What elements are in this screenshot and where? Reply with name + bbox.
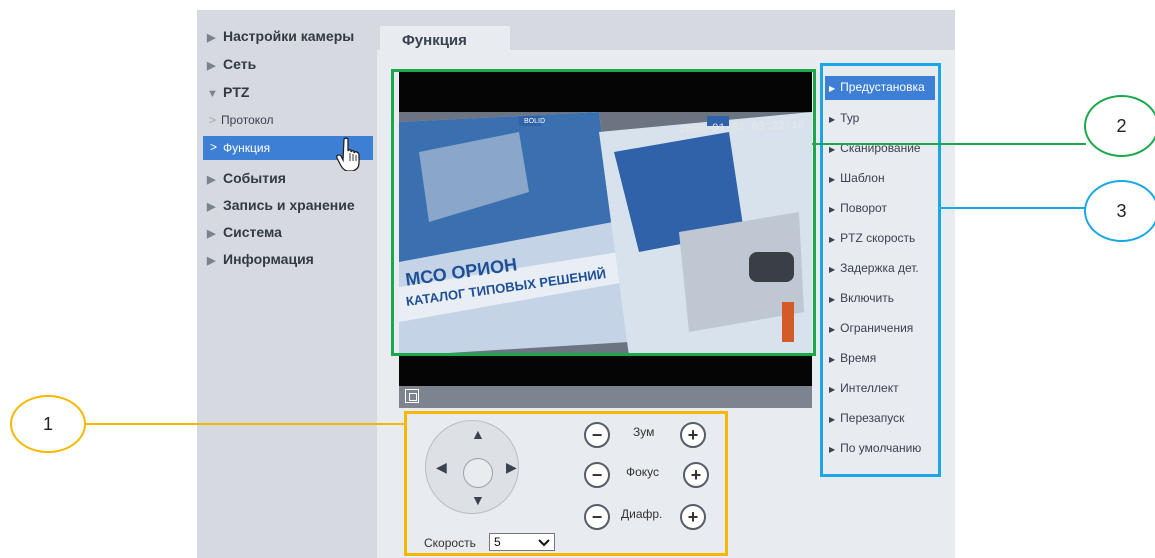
sub-item-protocol[interactable]: > Протокол	[209, 113, 274, 127]
annotation-box-controls	[404, 411, 728, 556]
callout-2: 2	[1084, 95, 1155, 157]
callout-3: 3	[1084, 180, 1155, 242]
expand-arrow-icon: ▶	[207, 201, 216, 213]
nav-item-events[interactable]: ▶ События	[207, 170, 286, 186]
nav-item-label: Настройки камеры	[223, 28, 355, 44]
hand-cursor-icon	[336, 137, 360, 171]
callout-number: 2	[1116, 115, 1127, 136]
leader-line-2	[812, 143, 1086, 145]
nav-item-label: Запись и хранение	[223, 197, 355, 213]
tab-function[interactable]: Функция	[380, 26, 510, 58]
nav-item-information[interactable]: ▶ Информация	[207, 251, 314, 267]
nav-item-recording-storage[interactable]: ▶ Запись и хранение	[207, 197, 355, 213]
tab-label: Функция	[402, 32, 467, 49]
video-toolbar	[399, 386, 812, 408]
chevron-right-icon: >	[209, 113, 217, 127]
expand-arrow-icon: ▶	[207, 228, 216, 240]
callout-1: 1	[10, 395, 86, 453]
nav-item-label: Информация	[223, 251, 314, 267]
expand-arrow-icon: ▶	[207, 174, 216, 186]
expand-arrow-icon: ▶	[207, 32, 216, 44]
nav-item-label: Сеть	[223, 56, 257, 72]
sidebar: ▶ Настройки камеры ▶ Сеть ▼ PTZ > Протокол >…	[197, 10, 377, 558]
fullscreen-icon[interactable]	[405, 389, 419, 403]
nav-item-network[interactable]: ▶ Сеть	[207, 56, 256, 72]
nav-item-ptz[interactable]: ▼ PTZ	[207, 84, 249, 100]
nav-item-camera-settings[interactable]: ▶ Настройки камеры	[207, 28, 354, 44]
leader-line-3	[941, 207, 1086, 209]
nav-item-label: PTZ	[223, 84, 250, 100]
nav-item-system[interactable]: ▶ Система	[207, 224, 282, 240]
annotation-box-ptz-menu	[820, 63, 941, 477]
expand-arrow-icon: ▶	[207, 255, 216, 267]
nav-item-label: События	[223, 170, 286, 186]
nav-item-label: Система	[223, 224, 282, 240]
expand-arrow-icon: ▶	[207, 60, 216, 72]
callout-number: 3	[1116, 200, 1127, 221]
leader-line-1	[84, 423, 404, 425]
sub-item-label: Функция	[223, 141, 271, 155]
callout-number: 1	[42, 413, 53, 434]
chevron-right-icon: >	[210, 140, 218, 154]
sub-item-label: Протокол	[221, 113, 274, 127]
annotation-box-video	[391, 69, 816, 356]
fullscreen-icon-inner	[409, 393, 417, 401]
collapse-arrow-icon: ▼	[207, 88, 218, 100]
